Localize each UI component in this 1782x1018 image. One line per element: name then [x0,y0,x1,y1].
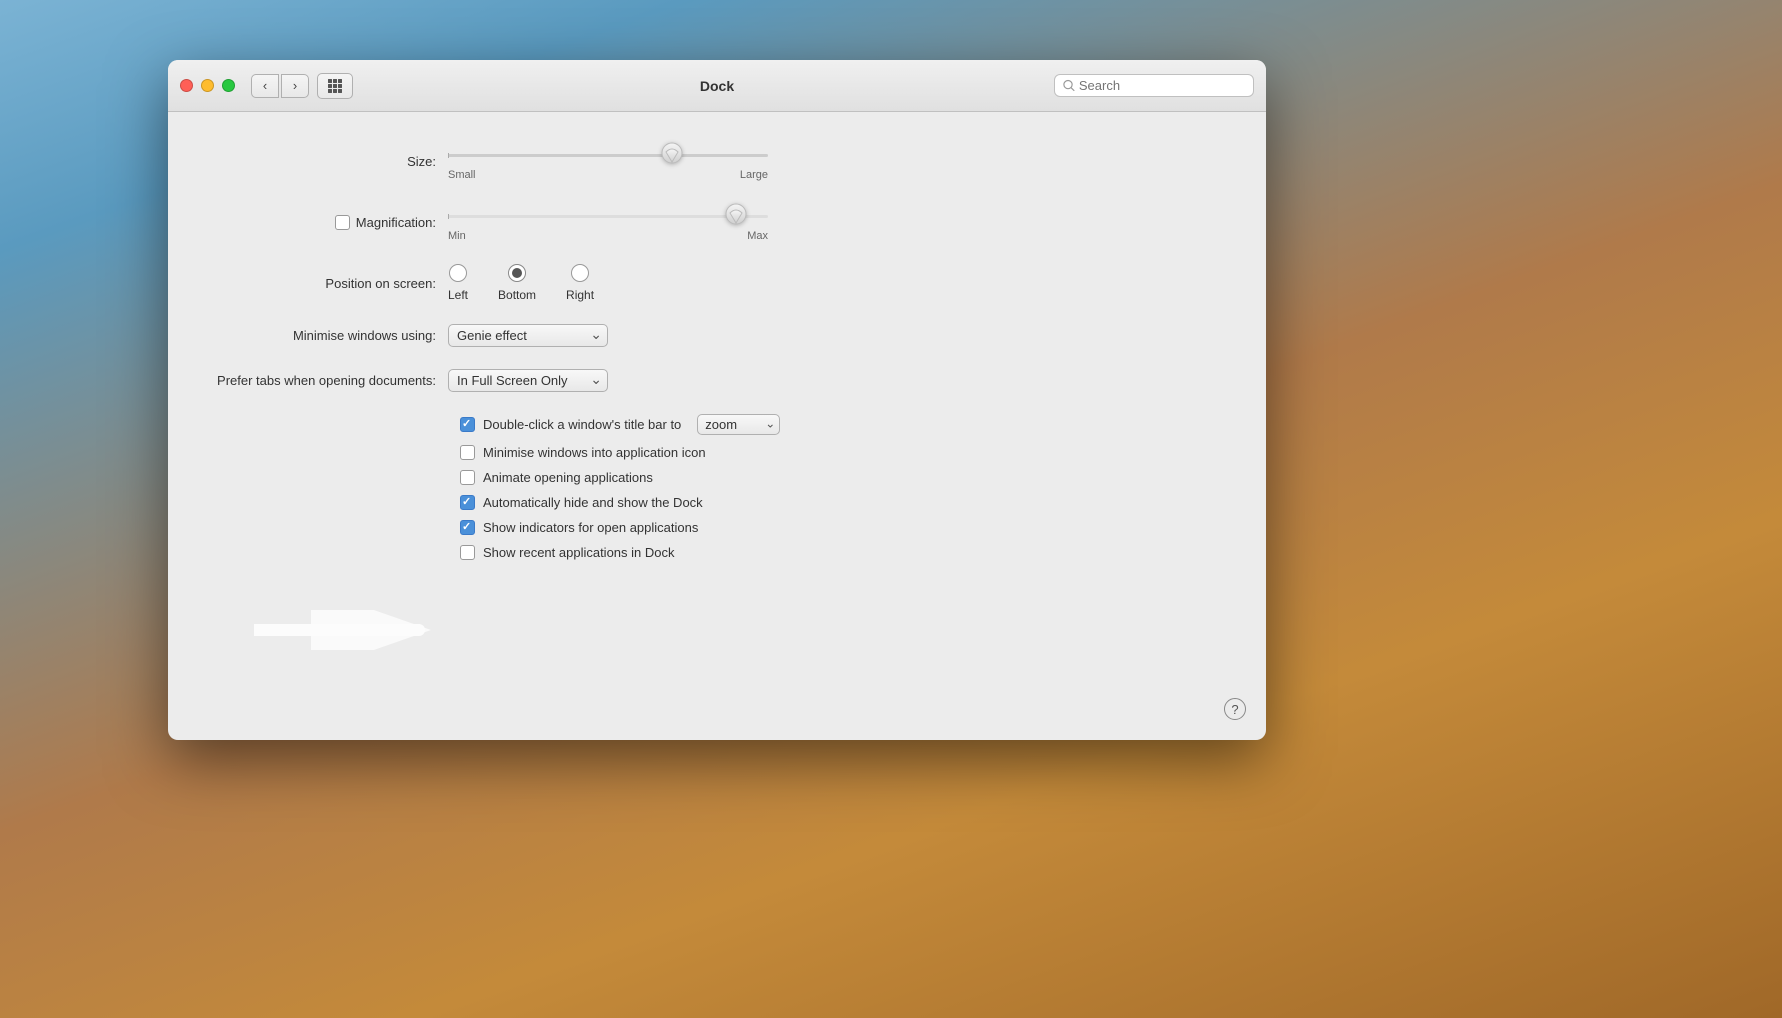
content-area: Size: Small [168,112,1266,740]
back-button[interactable]: ‹ [251,74,279,98]
size-setting-row: Size: Small [208,142,1226,181]
position-left-radio[interactable] [449,264,467,282]
size-label: Size: [208,154,448,169]
double-click-label: Double-click a window's title bar to [483,417,681,432]
magnification-slider-track[interactable] [448,215,768,218]
position-right-radio[interactable] [571,264,589,282]
position-bottom-option: Bottom [498,264,536,302]
animate-item: Animate opening applications [460,470,1226,485]
minimise-select-wrapper: Genie effect Scale effect [448,324,608,347]
close-button[interactable] [180,79,193,92]
position-right-option: Right [566,264,594,302]
help-button[interactable]: ? [1224,698,1246,720]
position-left-label: Left [448,288,468,302]
position-bottom-radio[interactable] [508,264,526,282]
system-preferences-window: ‹ › Dock [168,60,1266,740]
size-large-label: Large [740,169,768,181]
prefer-tabs-setting-row: Prefer tabs when opening documents: In F… [208,369,1226,392]
indicators-label: Show indicators for open applications [483,520,698,535]
indicators-checkbox[interactable] [460,520,475,535]
magnification-slider-thumb[interactable] [725,203,747,231]
grid-icon [327,78,343,94]
recent-apps-item: Show recent applications in Dock [460,545,1226,560]
arrow-icon [254,610,434,650]
nav-buttons: ‹ › [251,74,309,98]
prefer-tabs-select[interactable]: In Full Screen Only Always Never [448,369,608,392]
size-slider-container: Small Large [448,142,768,181]
recent-apps-label: Show recent applications in Dock [483,545,675,560]
position-bottom-label: Bottom [498,288,536,302]
size-slider-track[interactable] [448,154,768,157]
animate-checkbox[interactable] [460,470,475,485]
position-left-option: Left [448,264,468,302]
size-slider-labels: Small Large [448,169,768,181]
traffic-lights [180,79,235,92]
maximize-button[interactable] [222,79,235,92]
magnification-label: Magnification: [208,215,448,230]
arrow-annotation [254,610,434,650]
magnification-slider-container: Min Max [448,203,768,242]
animate-label: Animate opening applications [483,470,653,485]
double-click-item: Double-click a window's title bar to zoo… [460,414,1226,435]
search-input[interactable] [1079,78,1245,93]
minimise-icon-item: Minimise windows into application icon [460,445,1226,460]
size-slider-thumb[interactable] [661,142,683,170]
double-click-checkbox[interactable] [460,417,475,432]
autohide-item: Automatically hide and show the Dock [460,495,1226,510]
window-title: Dock [700,78,734,94]
magnification-min-label: Min [448,230,466,242]
minimise-label: Minimise windows using: [208,328,448,343]
search-box [1054,74,1254,97]
magnification-checkbox[interactable] [335,215,350,230]
minimise-select[interactable]: Genie effect Scale effect [448,324,608,347]
prefer-tabs-select-wrapper: In Full Screen Only Always Never [448,369,608,392]
position-radio-group: Left Bottom Right [448,264,594,302]
size-small-label: Small [448,169,476,181]
autohide-label: Automatically hide and show the Dock [483,495,703,510]
magnification-max-label: Max [747,230,768,242]
indicators-item: Show indicators for open applications [460,520,1226,535]
checkboxes-section: Double-click a window's title bar to zoo… [460,414,1226,560]
prefer-tabs-label: Prefer tabs when opening documents: [208,373,448,388]
minimize-button[interactable] [201,79,214,92]
magnification-setting-row: Magnification: [208,203,1226,242]
recent-apps-checkbox[interactable] [460,545,475,560]
double-click-action-select[interactable]: zoom minimise [697,414,780,435]
double-click-action-wrapper: zoom minimise [697,414,780,435]
forward-button[interactable]: › [281,74,309,98]
minimise-icon-label: Minimise windows into application icon [483,445,706,460]
titlebar: ‹ › Dock [168,60,1266,112]
minimise-setting-row: Minimise windows using: Genie effect Sca… [208,324,1226,347]
position-right-label: Right [566,288,594,302]
position-setting-row: Position on screen: Left Bottom Right [208,264,1226,302]
magnification-slider-labels: Min Max [448,230,768,242]
grid-button[interactable] [317,73,353,99]
autohide-checkbox[interactable] [460,495,475,510]
minimise-icon-checkbox[interactable] [460,445,475,460]
position-label: Position on screen: [208,276,448,291]
search-icon [1063,79,1075,92]
